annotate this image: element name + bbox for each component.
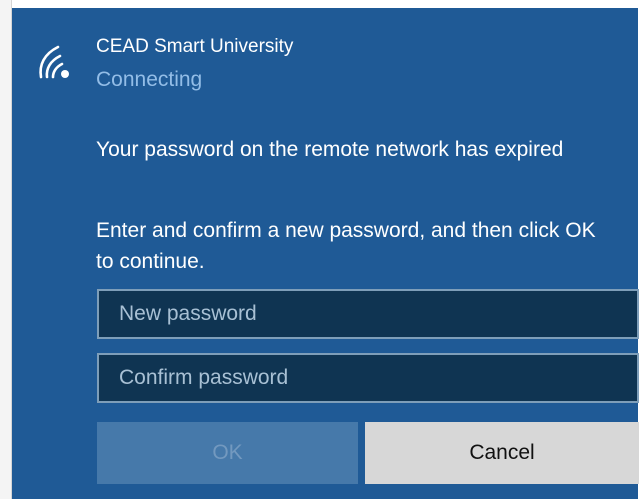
network-authentication-window: CEAD Smart University Connecting Your pa… <box>0 0 640 499</box>
password-instruction: Enter and confirm a new password, and th… <box>96 219 596 273</box>
ok-button[interactable]: OK <box>97 422 358 484</box>
cancel-button[interactable]: Cancel <box>365 422 639 484</box>
password-expired-message: Your password on the remote network has … <box>96 138 564 161</box>
connection-status: Connecting <box>96 68 203 91</box>
confirm-password-input[interactable] <box>97 353 639 403</box>
background-window-edge <box>0 0 12 499</box>
network-name: CEAD Smart University <box>96 36 294 57</box>
wifi-icon <box>39 45 69 79</box>
new-password-input[interactable] <box>97 289 639 339</box>
wifi-password-dialog: CEAD Smart University Connecting Your pa… <box>12 8 639 499</box>
network-header: CEAD Smart University Connecting <box>34 36 554 106</box>
